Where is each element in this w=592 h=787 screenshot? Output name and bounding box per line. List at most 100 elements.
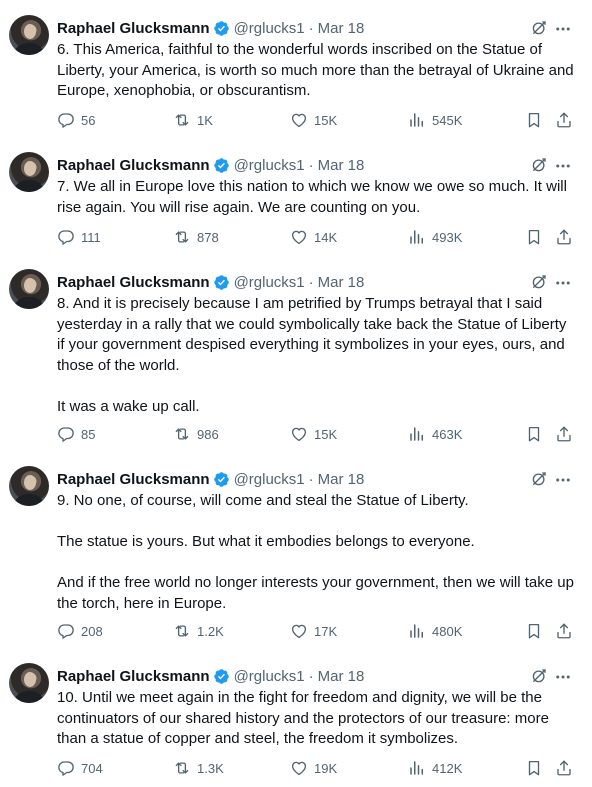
more-icon[interactable] <box>554 668 572 686</box>
like-count: 15K <box>314 112 338 128</box>
bookmark-button[interactable] <box>525 424 543 444</box>
share-button[interactable] <box>555 110 573 130</box>
tweet-actions: 85 986 15K 463K <box>57 424 582 444</box>
tweet-date[interactable]: Mar 18 <box>318 471 365 488</box>
reply-icon <box>58 230 74 245</box>
heart-icon <box>291 624 307 639</box>
avatar[interactable] <box>9 152 49 192</box>
grok-icon[interactable] <box>530 19 548 37</box>
reply-button[interactable]: 56 <box>57 110 95 130</box>
share-button[interactable] <box>555 424 573 444</box>
author-name[interactable]: Raphael Glucksmann <box>57 274 210 291</box>
separator: · <box>308 470 314 488</box>
retweet-count: 1.2K <box>197 623 224 639</box>
reply-button[interactable]: 85 <box>57 424 95 444</box>
share-icon <box>557 112 571 128</box>
views-button[interactable]: 493K <box>408 227 462 247</box>
tweet-2[interactable]: Raphael Glucksmann @rglucks1 · Mar 18 7.… <box>0 148 592 265</box>
share-icon <box>557 426 571 442</box>
tweet-date[interactable]: Mar 18 <box>318 20 365 37</box>
like-button[interactable]: 14K <box>290 227 337 247</box>
like-button[interactable]: 15K <box>290 424 337 444</box>
tweet-5[interactable]: Raphael Glucksmann @rglucks1 · Mar 18 10… <box>0 659 592 787</box>
tweet-3[interactable]: Raphael Glucksmann @rglucks1 · Mar 18 8.… <box>0 265 592 462</box>
author-handle[interactable]: @rglucks1 <box>234 157 305 174</box>
retweet-count: 878 <box>197 229 219 245</box>
author-name[interactable]: Raphael Glucksmann <box>57 471 210 488</box>
retweet-count: 1.3K <box>197 760 224 776</box>
retweet-icon <box>175 428 189 440</box>
retweet-icon <box>175 114 189 126</box>
reply-icon <box>58 427 74 442</box>
like-count: 19K <box>314 760 338 776</box>
author-handle[interactable]: @rglucks1 <box>234 274 305 291</box>
reply-button[interactable]: 208 <box>57 621 103 641</box>
tweet-header: Raphael Glucksmann @rglucks1 · Mar 18 <box>57 272 572 292</box>
bookmark-button[interactable] <box>525 110 543 130</box>
bookmark-button[interactable] <box>525 758 543 778</box>
heart-icon <box>291 761 307 776</box>
reply-icon <box>58 761 74 776</box>
share-button[interactable] <box>555 621 573 641</box>
reply-button[interactable]: 704 <box>57 758 103 778</box>
author-name[interactable]: Raphael Glucksmann <box>57 157 210 174</box>
retweet-button[interactable]: 986 <box>173 424 219 444</box>
bookmark-icon <box>528 623 540 639</box>
share-button[interactable] <box>555 227 573 247</box>
views-icon <box>410 624 423 638</box>
tweet-text: 9. No one, of course, will come and stea… <box>57 492 574 612</box>
tweet-date[interactable]: Mar 18 <box>318 274 365 291</box>
author-handle[interactable]: @rglucks1 <box>234 668 305 685</box>
more-icon[interactable] <box>554 471 572 489</box>
reply-button[interactable]: 111 <box>57 227 101 247</box>
author-name[interactable]: Raphael Glucksmann <box>57 668 210 685</box>
grok-icon[interactable] <box>530 156 548 174</box>
tweet-date[interactable]: Mar 18 <box>318 157 365 174</box>
share-icon <box>557 229 571 245</box>
views-button[interactable]: 545K <box>408 110 462 130</box>
tweet-header: Raphael Glucksmann @rglucks1 · Mar 18 <box>57 469 572 489</box>
avatar[interactable] <box>9 269 49 309</box>
views-button[interactable]: 412K <box>408 758 462 778</box>
tweet-1[interactable]: Raphael Glucksmann @rglucks1 · Mar 18 6.… <box>0 11 592 142</box>
bookmark-icon <box>528 760 540 776</box>
heart-icon <box>291 230 307 245</box>
author-name[interactable]: Raphael Glucksmann <box>57 20 210 37</box>
tweet-actions: 56 1K 15K 545K <box>57 110 582 130</box>
views-button[interactable]: 480K <box>408 621 462 641</box>
views-icon <box>410 113 423 127</box>
tweet-date[interactable]: Mar 18 <box>318 668 365 685</box>
reply-count: 56 <box>81 112 96 128</box>
bookmark-button[interactable] <box>525 621 543 641</box>
views-icon <box>410 230 423 244</box>
like-button[interactable]: 17K <box>290 621 337 641</box>
like-button[interactable]: 15K <box>290 110 337 130</box>
bookmark-icon <box>528 426 540 442</box>
avatar[interactable] <box>9 663 49 703</box>
more-icon[interactable] <box>554 20 572 38</box>
like-button[interactable]: 19K <box>290 758 337 778</box>
retweet-button[interactable]: 1.3K <box>173 758 224 778</box>
more-icon[interactable] <box>554 157 572 175</box>
share-button[interactable] <box>555 758 573 778</box>
retweet-count: 1K <box>197 112 213 128</box>
views-count: 480K <box>432 623 463 639</box>
tweet-header: Raphael Glucksmann @rglucks1 · Mar 18 <box>57 18 572 38</box>
views-button[interactable]: 463K <box>408 424 462 444</box>
author-handle[interactable]: @rglucks1 <box>234 471 305 488</box>
avatar[interactable] <box>9 15 49 55</box>
grok-icon[interactable] <box>530 470 548 488</box>
grok-icon[interactable] <box>530 273 548 291</box>
more-icon[interactable] <box>554 274 572 292</box>
retweet-button[interactable]: 878 <box>173 227 219 247</box>
reply-count: 704 <box>81 760 103 776</box>
bookmark-button[interactable] <box>525 227 543 247</box>
retweet-button[interactable]: 1.2K <box>173 621 224 641</box>
tweet-4[interactable]: Raphael Glucksmann @rglucks1 · Mar 18 9.… <box>0 462 592 659</box>
avatar[interactable] <box>9 466 49 506</box>
grok-icon[interactable] <box>530 667 548 685</box>
retweet-button[interactable]: 1K <box>173 110 213 130</box>
views-icon <box>410 761 423 775</box>
tweet-actions: 208 1.2K 17K 480K <box>57 621 582 641</box>
author-handle[interactable]: @rglucks1 <box>234 20 305 37</box>
